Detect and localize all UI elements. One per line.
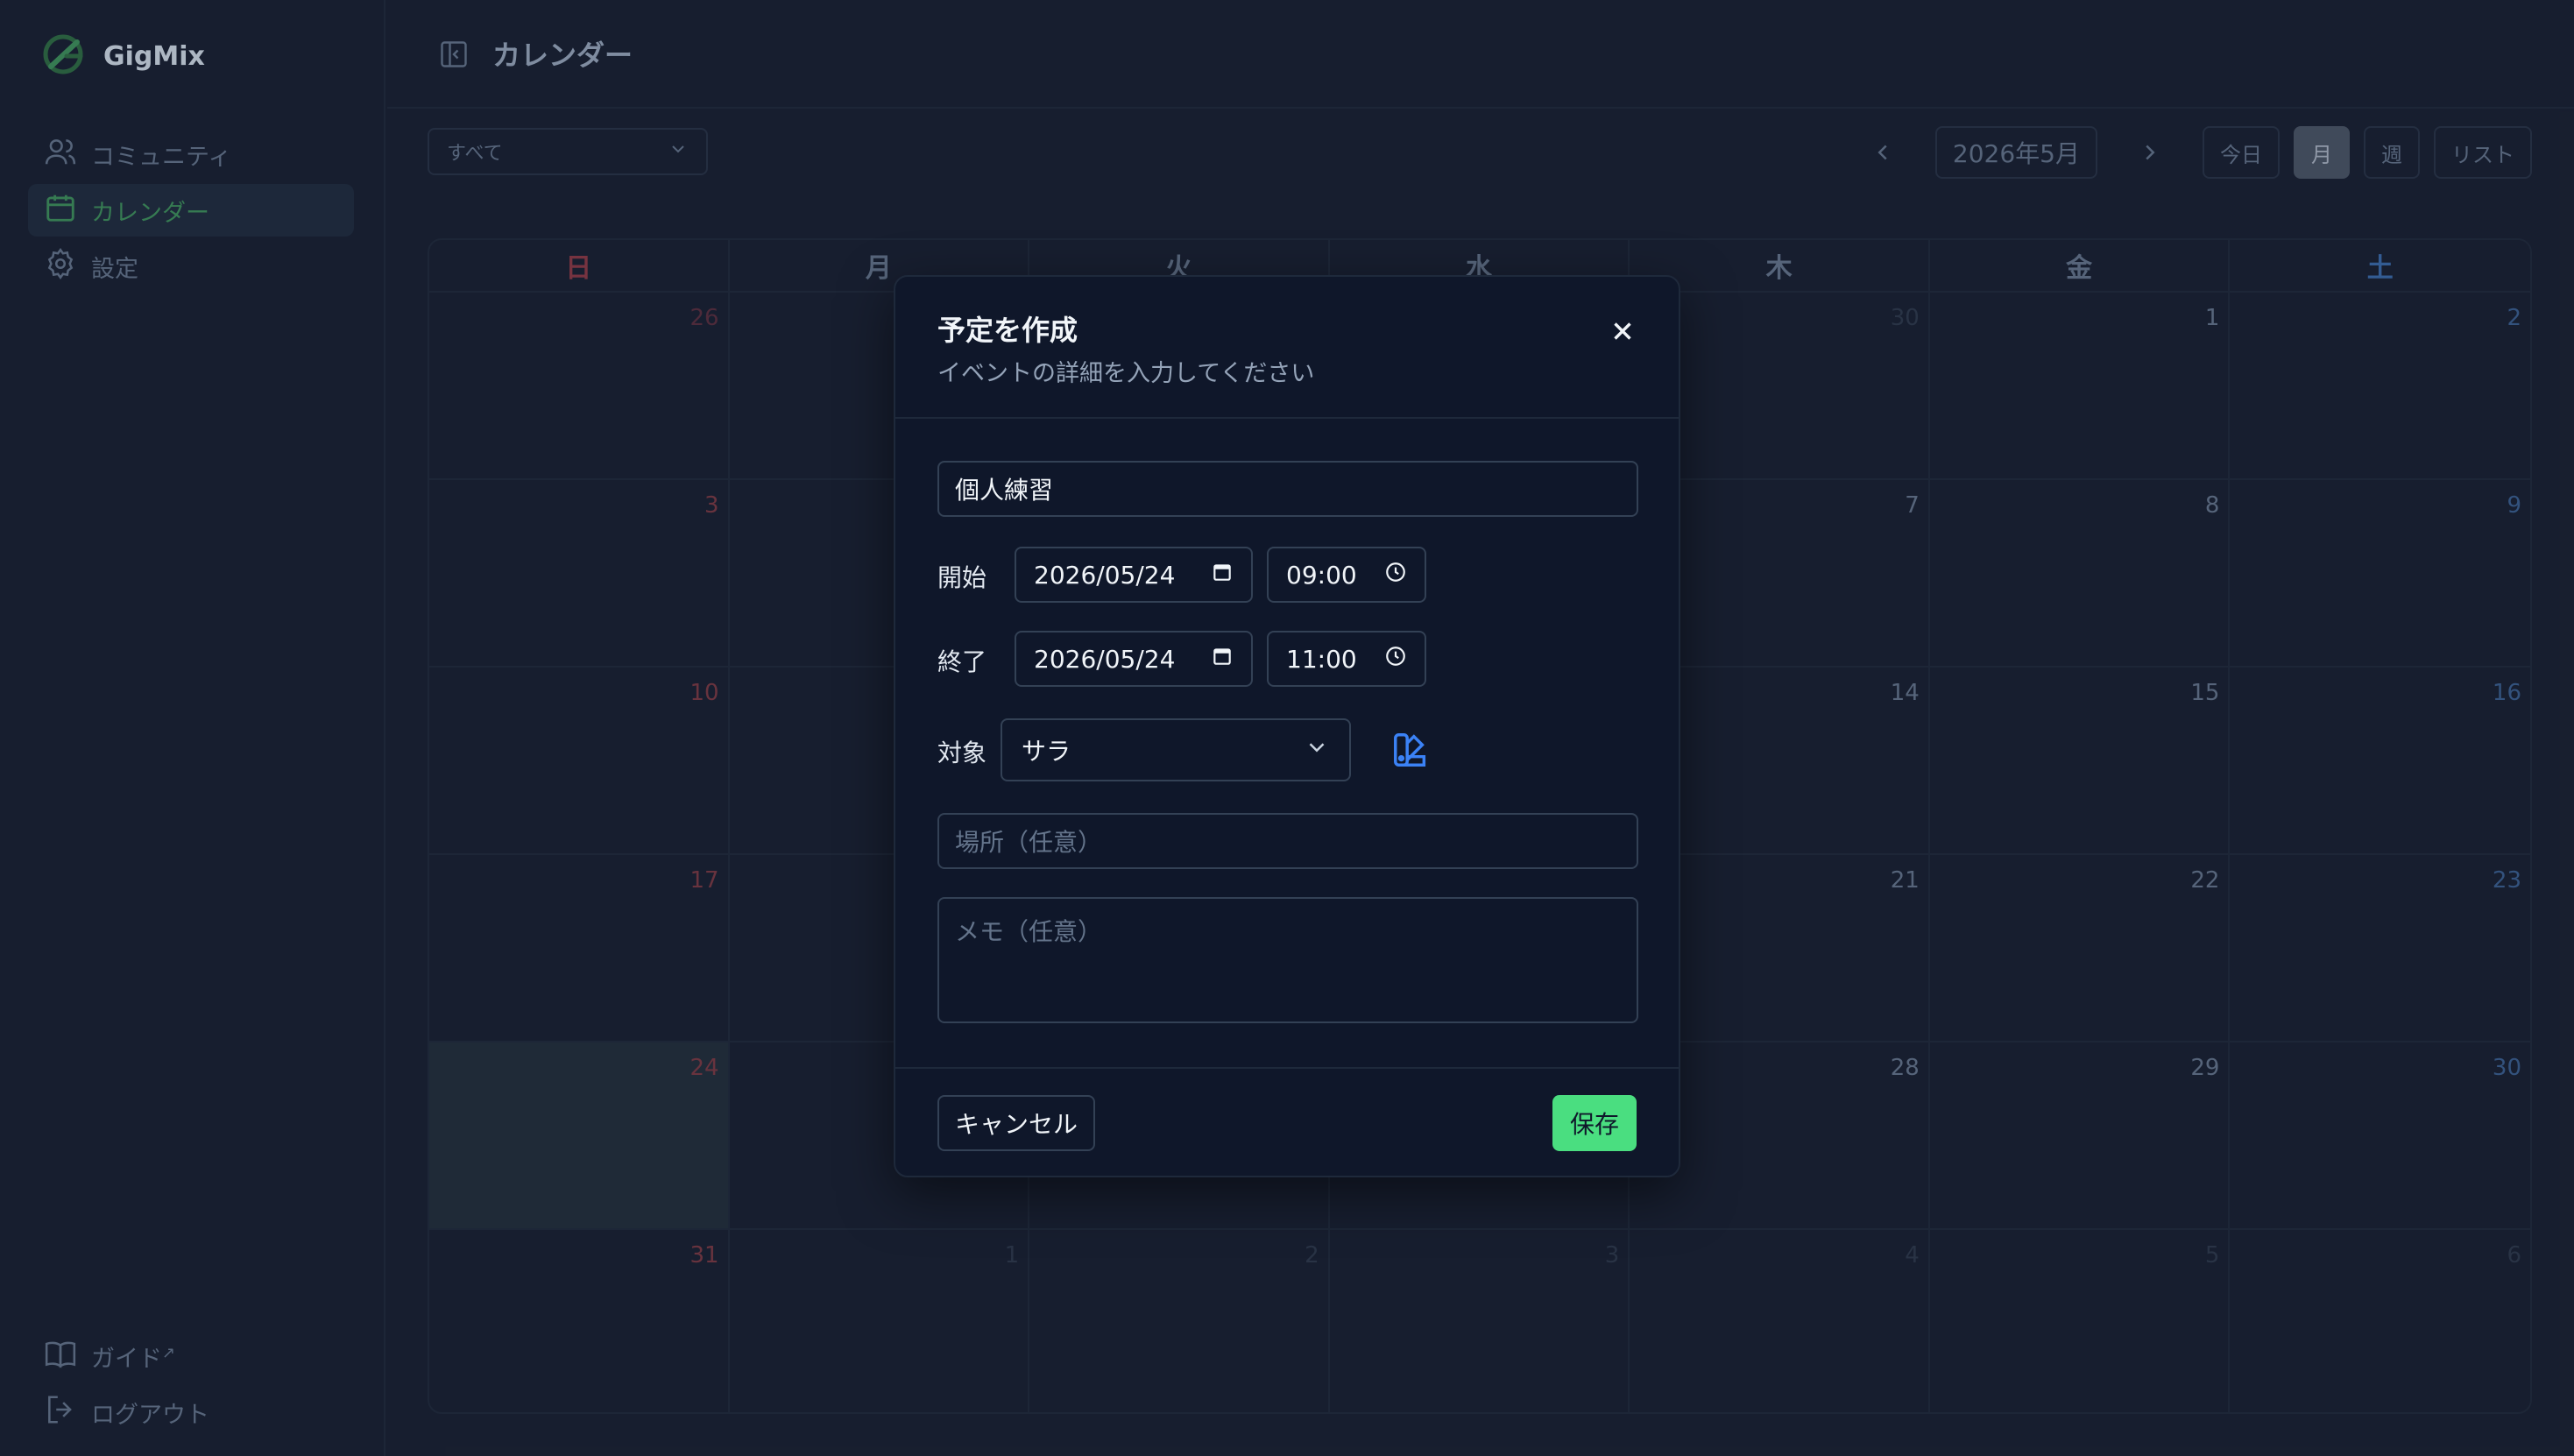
- start-date-value: 2026/05/24: [1034, 560, 1176, 590]
- create-event-dialog: 予定を作成 イベントの詳細を入力してください 個人練習 開始 2026/05/2…: [894, 275, 1680, 1177]
- save-button[interactable]: 保存: [1552, 1095, 1637, 1151]
- dialog-subtitle: イベントの詳細を入力してください: [937, 360, 1315, 387]
- app: GigMix コミュニティ カレンダー 設定 ガイド↗ ログアウト カレンダー …: [0, 0, 2574, 1456]
- calendar-picker-icon: [1211, 645, 1234, 674]
- end-time-value: 11:00: [1286, 644, 1357, 674]
- start-date-input[interactable]: 2026/05/24: [1015, 547, 1253, 603]
- close-button[interactable]: [1605, 314, 1640, 349]
- target-select[interactable]: サラ: [1001, 718, 1351, 781]
- close-icon: [1614, 322, 1631, 340]
- end-date-input[interactable]: 2026/05/24: [1015, 631, 1253, 687]
- dialog-footer-divider: [895, 1067, 1679, 1069]
- dialog-header: 予定を作成 イベントの詳細を入力してください: [895, 277, 1679, 419]
- end-date-value: 2026/05/24: [1034, 644, 1176, 674]
- color-palette-button[interactable]: [1386, 725, 1435, 774]
- end-time-input[interactable]: 11:00: [1267, 631, 1426, 687]
- event-title-input[interactable]: 個人練習: [937, 461, 1638, 517]
- target-label: 対象: [937, 739, 987, 767]
- clock-icon: [1384, 561, 1407, 590]
- palette-icon: [1394, 733, 1426, 767]
- calendar-picker-icon: [1211, 561, 1234, 590]
- end-label: 終了: [937, 647, 987, 676]
- start-time-input[interactable]: 09:00: [1267, 547, 1426, 603]
- target-value: サラ: [1022, 737, 1071, 766]
- chevron-down-icon: [1304, 734, 1330, 767]
- memo-textarea[interactable]: メモ（任意）: [937, 897, 1638, 1023]
- cancel-button[interactable]: キャンセル: [937, 1095, 1095, 1151]
- clock-icon: [1384, 645, 1407, 674]
- place-input[interactable]: 場所（任意）: [937, 813, 1638, 869]
- dialog-title: 予定を作成: [937, 314, 1078, 347]
- start-label: 開始: [937, 563, 987, 592]
- start-time-value: 09:00: [1286, 560, 1357, 590]
